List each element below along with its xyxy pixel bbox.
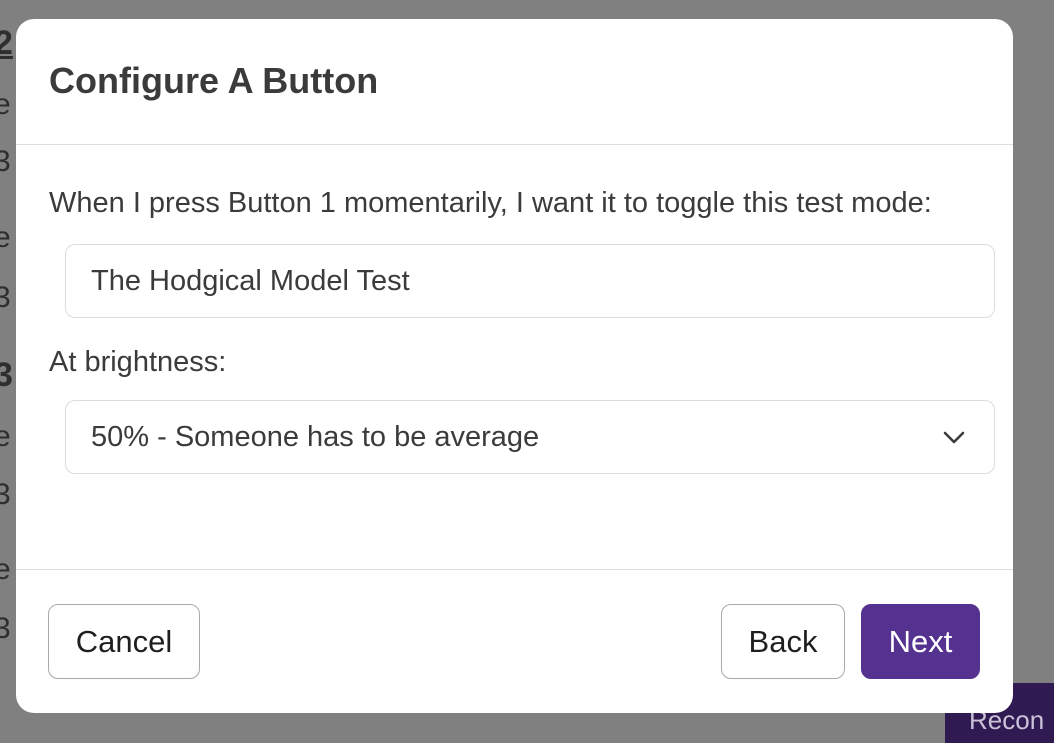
background-fragment: 3 (0, 145, 11, 178)
brightness-select[interactable]: 50% - Someone has to be average (65, 400, 995, 474)
dialog-header: Configure A Button (16, 19, 1013, 145)
background-fragment: e (0, 553, 11, 586)
configure-button-dialog: Configure A Button When I press Button 1… (16, 19, 1013, 713)
background-fragment: e (0, 221, 11, 254)
background-fragment: 3 (0, 356, 13, 394)
background-fragment: e (0, 420, 11, 453)
background-fragment: 3 (0, 612, 11, 645)
brightness-label: At brightness: (49, 346, 227, 378)
cancel-button[interactable]: Cancel (48, 604, 200, 679)
dialog-footer: Cancel Back Next (16, 570, 1013, 713)
background-fragment: 3 (0, 478, 11, 511)
next-button[interactable]: Next (861, 604, 980, 679)
dialog-body: When I press Button 1 momentarily, I wan… (16, 145, 1013, 570)
background-fragment: e (0, 88, 11, 121)
chevron-down-icon (943, 431, 965, 444)
brightness-selected-value: 50% - Someone has to be average (91, 420, 540, 453)
test-mode-input[interactable] (65, 244, 995, 318)
background-fragment: 3 (0, 281, 11, 314)
back-button[interactable]: Back (721, 604, 845, 679)
test-mode-prompt: When I press Button 1 momentarily, I wan… (49, 187, 932, 219)
background-fragment: 2 (0, 24, 13, 62)
dialog-title: Configure A Button (49, 60, 379, 101)
